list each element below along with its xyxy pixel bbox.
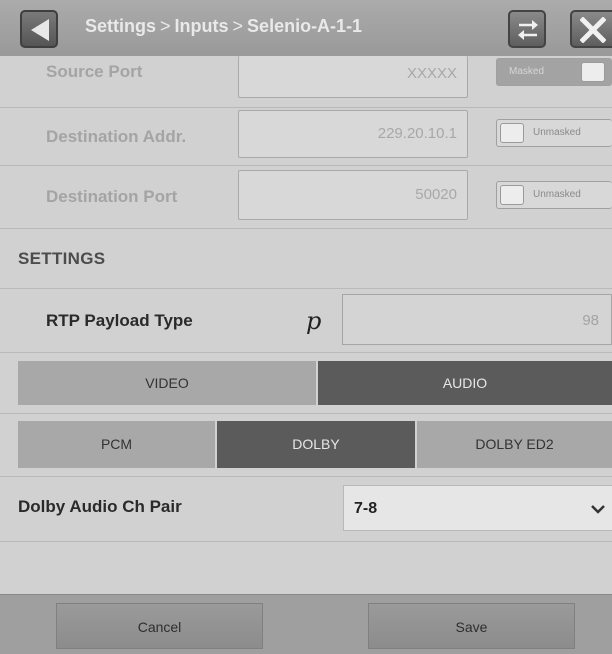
tab-dolby-ed2[interactable]: DOLBY ED2: [417, 421, 612, 468]
toggle-label: Unmasked: [533, 127, 581, 138]
destination-addr-label: Destination Addr.: [46, 127, 187, 146]
back-button[interactable]: [20, 10, 58, 48]
breadcrumb-settings[interactable]: Settings: [85, 16, 156, 36]
breadcrumb-current: Selenio-A-1-1: [247, 16, 363, 36]
source-port-field[interactable]: XXXXX: [238, 56, 468, 98]
footer-bar: Cancel Save: [0, 594, 612, 654]
rtp-marker: p: [306, 307, 322, 335]
breadcrumb-separator: >: [232, 16, 244, 36]
divider: [0, 107, 612, 108]
close-x-icon: [580, 17, 606, 43]
title-bar: Settings > Inputs > Selenio-A-1-1: [0, 0, 612, 56]
cancel-button[interactable]: Cancel: [56, 603, 263, 649]
tab-audio[interactable]: AUDIO: [318, 361, 612, 405]
destination-addr-field[interactable]: 229.20.10.1: [238, 110, 468, 158]
toggle-label: Masked: [509, 66, 545, 77]
destination-port-mask-toggle[interactable]: Unmasked: [496, 181, 612, 209]
source-port-label: Source Port: [46, 62, 143, 81]
toggle-knob: [581, 62, 605, 82]
settings-heading: SETTINGS: [18, 249, 106, 268]
breadcrumb: Settings > Inputs > Selenio-A-1-1: [85, 16, 362, 37]
dolby-audio-ch-pair-label: Dolby Audio Ch Pair: [18, 497, 182, 516]
tab-dolby[interactable]: DOLBY: [217, 421, 415, 468]
toggle-label: Unmasked: [533, 189, 581, 200]
toggle-knob: [500, 123, 524, 143]
divider: [0, 288, 612, 289]
dolby-audio-ch-pair-select[interactable]: 7-8: [343, 485, 612, 531]
toggle-knob: [500, 185, 524, 205]
swap-button[interactable]: [508, 10, 546, 48]
chevron-down-icon: [591, 505, 605, 514]
divider: [0, 476, 612, 477]
divider: [0, 413, 612, 414]
source-port-mask-toggle[interactable]: Masked: [496, 58, 612, 86]
destination-addr-mask-toggle[interactable]: Unmasked: [496, 119, 612, 147]
close-button[interactable]: [570, 10, 612, 48]
divider: [0, 541, 612, 542]
rtp-payload-type-field[interactable]: 98: [342, 294, 612, 345]
divider: [0, 352, 612, 353]
swap-arrows-icon: [518, 20, 538, 40]
destination-port-label: Destination Port: [46, 187, 178, 206]
tab-pcm[interactable]: PCM: [18, 421, 215, 468]
divider: [0, 165, 612, 166]
save-button[interactable]: Save: [368, 603, 575, 649]
breadcrumb-inputs[interactable]: Inputs: [175, 16, 229, 36]
rtp-payload-type-label: RTP Payload Type: [46, 311, 193, 330]
tab-video[interactable]: VIDEO: [18, 361, 316, 405]
breadcrumb-separator: >: [160, 16, 171, 36]
divider: [0, 228, 612, 229]
destination-port-field[interactable]: 50020: [238, 170, 468, 220]
back-arrow-icon: [31, 19, 49, 41]
dolby-audio-ch-pair-value: 7-8: [354, 500, 378, 517]
